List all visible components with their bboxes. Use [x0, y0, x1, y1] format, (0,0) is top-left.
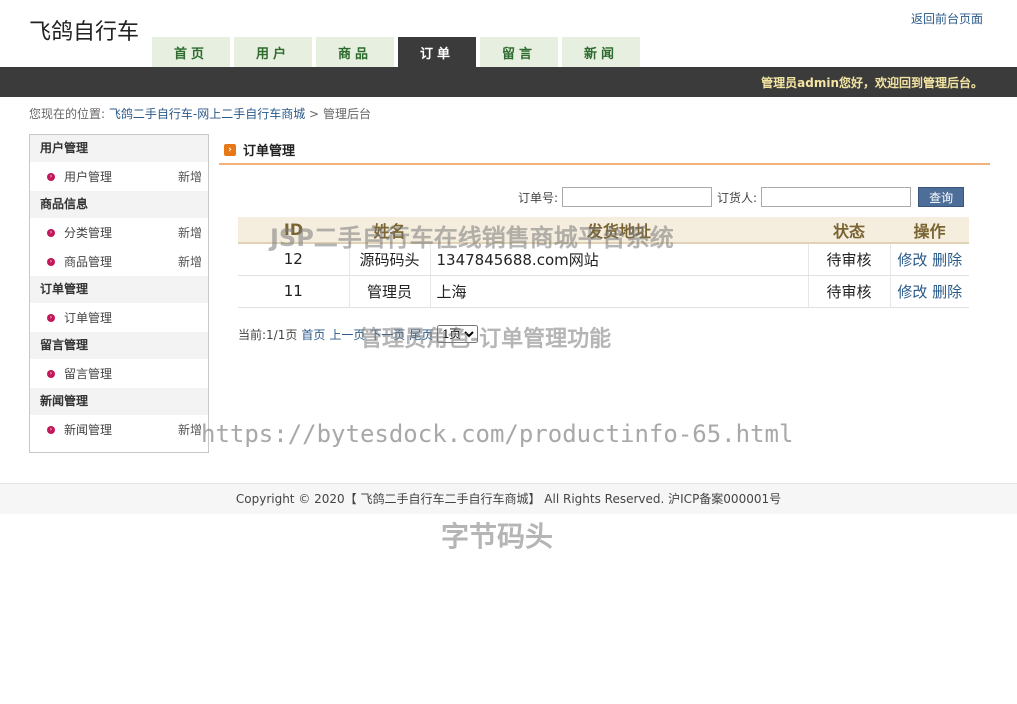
sidebar-item-label: 留言管理	[64, 367, 113, 381]
watermark-url: https://bytesdock.com/productinfo-65.htm…	[201, 420, 794, 448]
panel-title-text: 订单管理	[243, 144, 296, 159]
breadcrumb-prefix: 您现在的位置:	[29, 107, 106, 121]
bullet-icon: ›	[47, 313, 55, 322]
site-title: 飞鸽自行车	[29, 20, 140, 45]
delete-link[interactable]: 删除	[932, 283, 962, 301]
footer: Copyright © 2020【 飞鸽二手自行车二手自行车商城】 All Ri…	[0, 483, 1017, 514]
delete-link[interactable]: 删除	[932, 251, 962, 269]
panel-divider	[219, 163, 990, 165]
cell-id: 12	[238, 243, 350, 276]
first-page-link[interactable]: 首页	[301, 326, 325, 343]
arrow-right-icon: ›	[224, 143, 236, 156]
add-news-link[interactable]: 新增	[178, 421, 202, 438]
top-bar: 管理员admin您好，欢迎回到管理后台。	[0, 67, 1017, 97]
panel-title: › 订单管理	[224, 140, 295, 159]
col-header-status: 状态	[808, 217, 890, 244]
welcome-text: 管理员admin您好，欢迎回到管理后台。	[761, 76, 983, 90]
bullet-icon: ›	[47, 228, 55, 237]
table-header-row: ID 姓名 发货地址 状态 操作	[238, 217, 969, 244]
back-to-frontend-link[interactable]: 返回前台页面	[911, 10, 983, 27]
orderer-input[interactable]	[761, 187, 912, 207]
order-no-label: 订单号:	[518, 190, 559, 205]
sidebar-group-products: 商品信息	[30, 191, 208, 218]
tab-products[interactable]: 商品	[316, 37, 394, 67]
next-page-link[interactable]: 下一页	[369, 326, 405, 343]
search-bar: 订单号: 订货人: 查询	[518, 187, 965, 207]
sidebar-item-label: 用户管理	[64, 170, 113, 184]
bullet-icon: ›	[47, 172, 55, 181]
cell-id: 11	[238, 275, 350, 308]
bullet-icon: ›	[47, 369, 55, 378]
cell-address: 1347845688.com网站	[430, 243, 809, 276]
cell-actions: 修改 删除	[890, 243, 969, 276]
footer-copyright: Copyright © 2020【 飞鸽二手自行车二手自行车商城】 All Ri…	[235, 492, 782, 506]
breadcrumb-separator: >	[309, 107, 320, 121]
cell-actions: 修改 删除	[890, 275, 969, 308]
sidebar-item-label: 新闻管理	[64, 423, 113, 437]
prev-page-link[interactable]: 上一页	[329, 326, 365, 343]
edit-link[interactable]: 修改	[897, 251, 927, 269]
tab-users[interactable]: 用户	[234, 37, 312, 67]
col-header-address: 发货地址	[430, 217, 808, 244]
sidebar-item-product-manage[interactable]: › 商品管理 新增	[30, 247, 208, 276]
breadcrumb-current: 管理后台	[322, 107, 371, 121]
breadcrumb-site-link[interactable]: 飞鸽二手自行车-网上二手自行车商城	[109, 107, 305, 121]
cell-address: 上海	[430, 275, 809, 308]
add-user-link[interactable]: 新增	[178, 168, 202, 185]
sidebar-item-category-manage[interactable]: › 分类管理 新增	[30, 218, 208, 247]
sidebar-group-users: 用户管理	[30, 135, 208, 162]
sidebar-item-label: 商品管理	[64, 255, 113, 269]
col-header-actions: 操作	[890, 217, 969, 244]
order-no-input[interactable]	[562, 187, 713, 207]
col-header-id: ID	[238, 217, 349, 244]
sidebar: 用户管理 › 用户管理 新增 商品信息 › 分类管理 新增 › 商品管理 新增 …	[29, 134, 209, 453]
bullet-icon: ›	[47, 257, 55, 266]
sidebar-group-orders: 订单管理	[30, 276, 208, 303]
sidebar-item-message-manage[interactable]: › 留言管理	[30, 359, 208, 388]
cell-status: 待审核	[808, 243, 891, 276]
sidebar-item-news-manage[interactable]: › 新闻管理 新增	[30, 415, 208, 444]
add-product-link[interactable]: 新增	[178, 253, 202, 270]
tab-orders[interactable]: 订单	[398, 37, 476, 67]
table-row: 12 源码码头 1347845688.com网站 待审核 修改 删除	[238, 243, 969, 276]
pagination: 当前:1/1页 首页 上一页 下一页 尾页 1页	[238, 325, 479, 343]
last-page-link[interactable]: 尾页	[409, 326, 433, 343]
search-button[interactable]: 查询	[918, 187, 965, 207]
edit-link[interactable]: 修改	[897, 283, 927, 301]
tab-home[interactable]: 首页	[152, 37, 230, 67]
cell-name: 管理员	[349, 275, 431, 308]
orders-table: ID 姓名 发货地址 状态 操作 12 源码码头 1347845688.com网…	[238, 217, 969, 308]
page-select[interactable]: 1页	[437, 325, 479, 343]
orderer-label: 订货人:	[717, 190, 758, 205]
tab-news[interactable]: 新闻	[562, 37, 640, 67]
bullet-icon: ›	[47, 425, 55, 434]
add-category-link[interactable]: 新增	[178, 224, 202, 241]
cell-status: 待审核	[808, 275, 891, 308]
main-nav: 首页 用户 商品 订单 留言 新闻	[152, 37, 640, 67]
col-header-name: 姓名	[349, 217, 430, 244]
breadcrumb: 您现在的位置: 飞鸽二手自行车-网上二手自行车商城 > 管理后台	[29, 105, 371, 122]
page-indicator: 当前:1/1页	[238, 327, 298, 342]
tab-messages[interactable]: 留言	[480, 37, 558, 67]
sidebar-item-order-manage[interactable]: › 订单管理	[30, 303, 208, 332]
watermark-brand: 字节码头	[441, 520, 554, 553]
cell-name: 源码码头	[349, 243, 431, 276]
sidebar-group-news: 新闻管理	[30, 388, 208, 415]
sidebar-group-messages: 留言管理	[30, 332, 208, 359]
table-row: 11 管理员 上海 待审核 修改 删除	[238, 275, 969, 308]
sidebar-item-label: 订单管理	[64, 311, 113, 325]
sidebar-item-label: 分类管理	[64, 226, 113, 240]
sidebar-item-user-manage[interactable]: › 用户管理 新增	[30, 162, 208, 191]
